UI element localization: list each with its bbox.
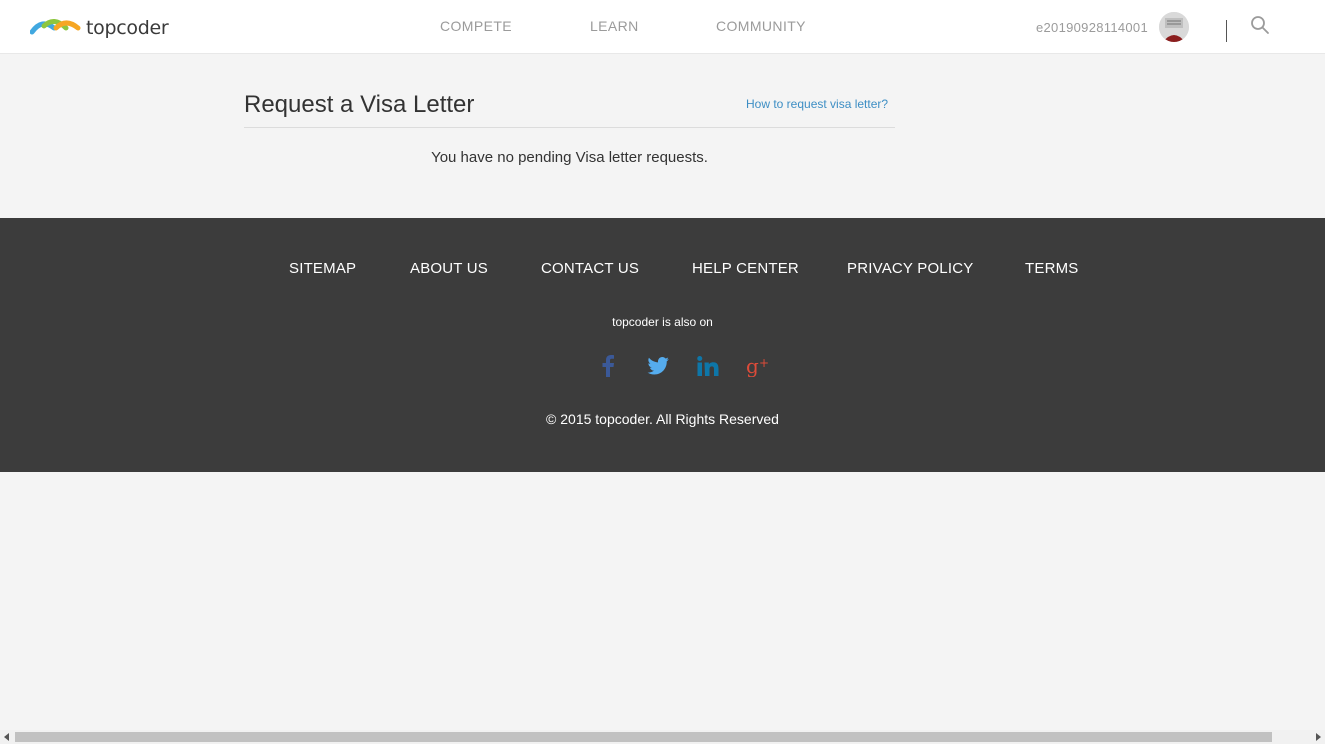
logo-text: topcoder (86, 17, 169, 39)
scroll-left-arrow-icon[interactable] (3, 733, 11, 741)
user-avatar[interactable] (1159, 12, 1189, 42)
footer-link-about[interactable]: ABOUT US (410, 260, 488, 277)
copyright-text: © 2015 topcoder. All Rights Reserved (546, 411, 779, 427)
username-label[interactable]: e20190928114001 (1036, 20, 1148, 35)
nav-learn[interactable]: LEARN (590, 18, 639, 34)
horizontal-scrollbar[interactable] (0, 730, 1325, 744)
facebook-icon[interactable] (596, 354, 620, 378)
linkedin-icon[interactable] (696, 354, 720, 378)
site-footer: SITEMAP ABOUT US CONTACT US HELP CENTER … (0, 218, 1325, 472)
visa-help-link[interactable]: How to request visa letter? (746, 97, 888, 111)
nav-community[interactable]: COMMUNITY (716, 18, 806, 34)
top-header: topcoder COMPETE LEARN COMMUNITY e201909… (0, 0, 1325, 54)
googleplus-icon[interactable]: g + (746, 354, 770, 378)
svg-text:+: + (759, 356, 769, 370)
search-icon[interactable] (1250, 15, 1270, 35)
page-title: Request a Visa Letter (244, 91, 475, 118)
footer-link-help-center[interactable]: HELP CENTER (692, 260, 799, 277)
header-divider (1226, 20, 1227, 42)
avatar-image (1159, 12, 1189, 42)
topcoder-logo-icon (30, 19, 81, 35)
title-divider (244, 127, 895, 128)
scroll-right-arrow-icon[interactable] (1314, 733, 1322, 741)
social-caption: topcoder is also on (612, 315, 713, 329)
footer-link-terms[interactable]: TERMS (1025, 260, 1079, 277)
footer-link-contact[interactable]: CONTACT US (541, 260, 639, 277)
footer-link-sitemap[interactable]: SITEMAP (289, 260, 356, 277)
empty-state-message: You have no pending Visa letter requests… (431, 149, 708, 166)
nav-compete[interactable]: COMPETE (440, 18, 512, 34)
topcoder-logo[interactable]: topcoder (30, 14, 169, 42)
scrollbar-thumb[interactable] (15, 732, 1272, 742)
twitter-icon[interactable] (646, 354, 670, 378)
footer-link-privacy[interactable]: PRIVACY POLICY (847, 260, 973, 277)
svg-text:g: g (746, 355, 759, 377)
